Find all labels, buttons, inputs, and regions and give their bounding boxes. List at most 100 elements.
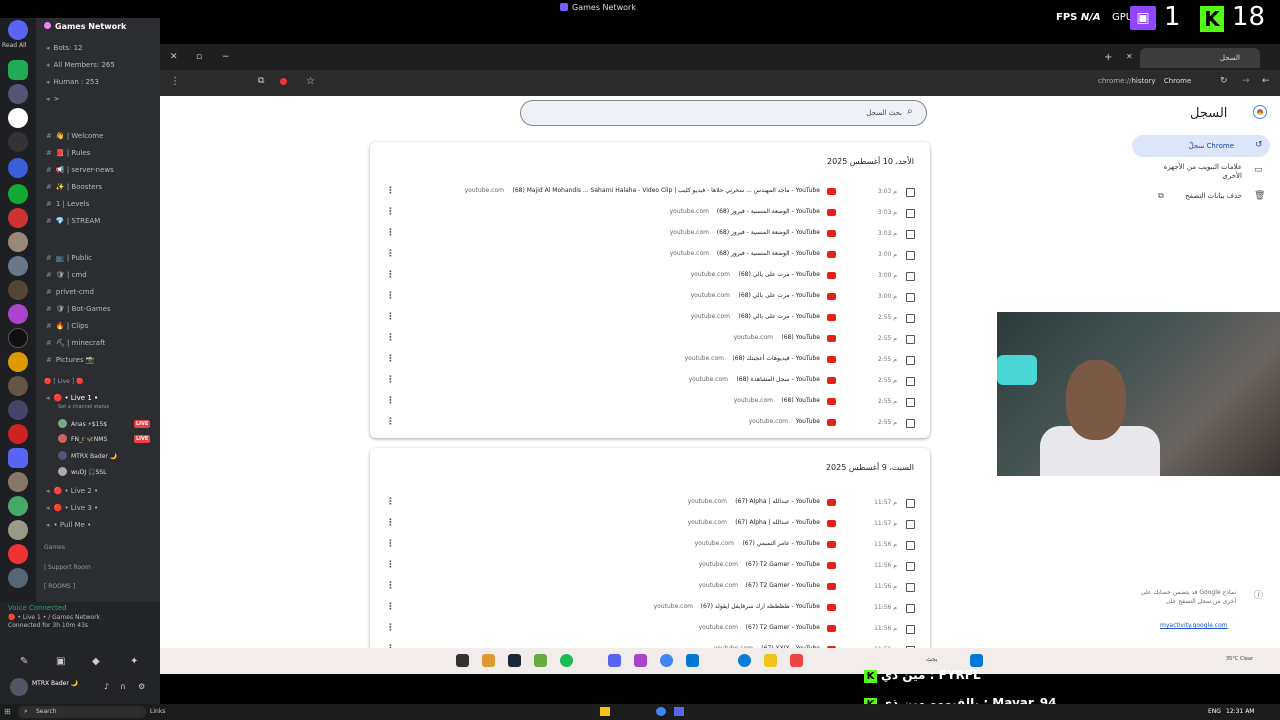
- entry-title[interactable]: (68) الوضعة المنسية - فيروز - YouTube: [717, 250, 820, 257]
- more-actions-icon[interactable]: ⋮: [386, 249, 395, 259]
- server-name-header[interactable]: Games Network: [44, 22, 126, 31]
- more-actions-icon[interactable]: ⋮: [386, 396, 395, 406]
- address-bar[interactable]: chrome://history Chrome: [1098, 77, 1191, 85]
- entry-title[interactable]: (68) الوضعة المنسية - فيروز - YouTube: [717, 208, 820, 215]
- server-icon[interactable]: [8, 184, 28, 204]
- entry-title[interactable]: (67) T2 Gamer - YouTube: [746, 624, 820, 631]
- server-icon[interactable]: [8, 376, 28, 396]
- server-icon[interactable]: [8, 496, 28, 516]
- taskbar-app-icon[interactable]: [482, 654, 495, 667]
- entry-checkbox[interactable]: [906, 583, 915, 592]
- server-icon[interactable]: [8, 424, 28, 444]
- text-channel[interactable]: # 👋 | Welcome: [46, 132, 103, 140]
- text-channel[interactable]: # 📢 | server-news: [46, 166, 114, 174]
- read-all-button[interactable]: Read All: [2, 42, 26, 49]
- more-actions-icon[interactable]: ⋮: [386, 417, 395, 427]
- server-icon[interactable]: [8, 520, 28, 540]
- more-actions-icon[interactable]: ⋮: [386, 270, 395, 280]
- live-category[interactable]: 🔴 [ Live ] 🔴: [44, 378, 84, 385]
- headphones-icon[interactable]: ∩: [120, 682, 126, 691]
- tab-history[interactable]: السجل: [1140, 48, 1260, 68]
- chrome-icon[interactable]: [660, 654, 673, 667]
- text-channel[interactable]: # ⛏ | minecraft: [46, 339, 105, 347]
- history-entry[interactable]: ⋮ youtube.com (68) الوضعة المنسية - فيروز …: [370, 246, 930, 267]
- entry-checkbox[interactable]: [906, 625, 915, 634]
- entry-title[interactable]: (68) مرت على بالي - YouTube: [738, 271, 820, 278]
- voice-user[interactable]: wuDJ 🎧SSL: [58, 467, 106, 476]
- channel-status[interactable]: Set a channel status: [58, 404, 109, 410]
- user-name[interactable]: MTRX Bader 🌙: [32, 680, 78, 687]
- history-entry[interactable]: ⋮ youtube.com (68) YouTube 2:55 م: [370, 330, 930, 351]
- more-actions-icon[interactable]: ⋮: [386, 375, 395, 385]
- entry-checkbox[interactable]: [906, 356, 915, 365]
- server-icon[interactable]: [8, 84, 28, 104]
- entry-title[interactable]: (67) T2 Gamer - YouTube: [746, 561, 820, 568]
- server-icon[interactable]: [8, 208, 28, 228]
- windows-start-icon[interactable]: ⊞: [4, 707, 11, 716]
- reload-icon[interactable]: ↻: [1220, 76, 1228, 86]
- text-channel[interactable]: # 📕 | Rules: [46, 149, 90, 157]
- history-entry[interactable]: ⋮ youtube.com (67) T2 Gamer - YouTube 11:56…: [370, 578, 930, 599]
- category-rooms[interactable]: [ ROOMS ]: [44, 583, 75, 590]
- entry-title[interactable]: (68) YouTube: [781, 334, 820, 341]
- history-entry[interactable]: ⋮ youtube.com (67) Alpha | عبدالله - YouTu…: [370, 494, 930, 515]
- stat-channel[interactable]: ◂ >: [46, 95, 59, 103]
- nav-chrome-history[interactable]: سجلّ Chrome: [1132, 135, 1270, 157]
- stat-channel[interactable]: ◂ Human : 253: [46, 78, 99, 86]
- voice-connected-title[interactable]: Voice Connected: [8, 604, 67, 612]
- server-icon[interactable]: [8, 132, 28, 152]
- mic-icon[interactable]: ♪: [104, 682, 109, 691]
- more-actions-icon[interactable]: ⋮: [386, 560, 395, 570]
- more-actions-icon[interactable]: ⋮: [386, 354, 395, 364]
- entry-checkbox[interactable]: [906, 520, 915, 529]
- entry-title[interactable]: (68) سجل المشاهدة - YouTube: [736, 376, 820, 383]
- gear-icon[interactable]: ⚙: [138, 682, 145, 691]
- server-icon[interactable]: [8, 304, 28, 324]
- taskbar-app-icon[interactable]: [790, 654, 803, 667]
- more-actions-icon[interactable]: ⋮: [386, 539, 395, 549]
- more-actions-icon[interactable]: ⋮: [386, 497, 395, 507]
- history-entry[interactable]: ⋮ youtube.com (67) T2 Gamer - YouTube 11:56…: [370, 620, 930, 641]
- entry-title[interactable]: (68) الوضعة المنسية - فيروز - YouTube: [717, 229, 820, 236]
- back-icon[interactable]: ←: [1262, 76, 1270, 86]
- history-entry[interactable]: ⋮ youtube.com (68) مرت على بالي - YouTube 2…: [370, 309, 930, 330]
- video-icon[interactable]: ✎: [20, 656, 28, 667]
- server-icon[interactable]: [8, 400, 28, 420]
- server-icon[interactable]: [8, 328, 28, 348]
- taskbar-search[interactable]: بحث: [926, 656, 937, 663]
- store-icon[interactable]: [686, 654, 699, 667]
- history-search-input[interactable]: بحث السجل: [520, 100, 927, 126]
- edge-icon[interactable]: [738, 654, 751, 667]
- history-entry[interactable]: ⋮ youtube.com (68) سجل المشاهدة - YouTube 2…: [370, 372, 930, 393]
- more-actions-icon[interactable]: ⋮: [386, 518, 395, 528]
- text-channel[interactable]: # 🔥 | Clips: [46, 322, 88, 330]
- new-tab-icon[interactable]: +: [1104, 52, 1112, 63]
- server-icon[interactable]: [8, 544, 28, 564]
- server-icon[interactable]: [8, 352, 28, 372]
- links-toolbar[interactable]: Links: [150, 708, 165, 715]
- history-entry[interactable]: ⋮ youtube.com (67) عامر التميمي - YouTube 1…: [370, 536, 930, 557]
- category-games[interactable]: Games: [44, 544, 65, 551]
- voice-channel[interactable]: ◂ 🔴 • Live 2 •: [46, 487, 98, 495]
- entry-checkbox[interactable]: [906, 499, 915, 508]
- taskbar-app-icon[interactable]: [634, 654, 647, 667]
- category-support[interactable]: | Support Room: [44, 564, 91, 571]
- entry-checkbox[interactable]: [906, 419, 915, 428]
- close-tab-icon[interactable]: ✕: [1126, 52, 1133, 61]
- entry-checkbox[interactable]: [906, 209, 915, 218]
- entry-checkbox[interactable]: [906, 272, 915, 281]
- voice-channel[interactable]: ◂ 🔴 • Live 3 •: [46, 504, 98, 512]
- entry-checkbox[interactable]: [906, 335, 915, 344]
- text-channel[interactable]: # 📺 | Public: [46, 254, 92, 262]
- entry-title[interactable]: (68) مرت على بالي - YouTube: [738, 292, 820, 299]
- entry-checkbox[interactable]: [906, 293, 915, 302]
- file-explorer-icon[interactable]: [764, 654, 777, 667]
- entry-checkbox[interactable]: [906, 604, 915, 613]
- server-icon[interactable]: [8, 108, 28, 128]
- server-icon[interactable]: [8, 472, 28, 492]
- more-actions-icon[interactable]: ⋮: [386, 581, 395, 591]
- steam-icon[interactable]: [508, 654, 521, 667]
- discord-home-icon[interactable]: [8, 20, 28, 40]
- history-entry[interactable]: ⋮ youtube.com (68) الوضعة المنسية - فيروز …: [370, 204, 930, 225]
- text-channel[interactable]: # Pictures 📸: [46, 356, 95, 364]
